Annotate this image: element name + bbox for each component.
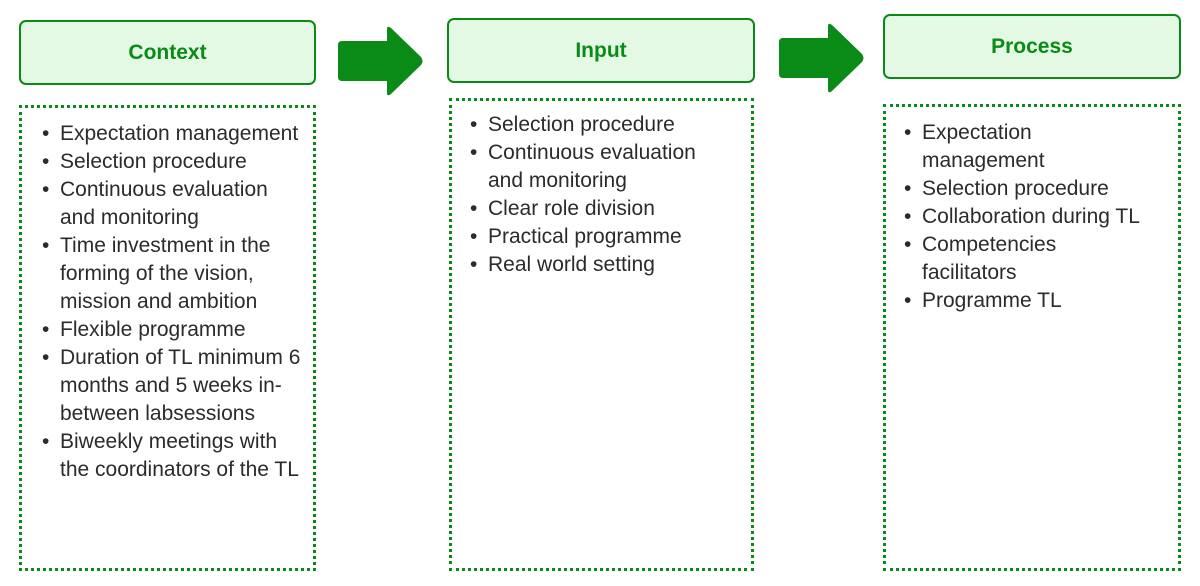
list-item: Practical programme (470, 223, 720, 251)
list-item: Expectation management (42, 120, 304, 148)
context-list: Expectation management Selection procedu… (42, 120, 304, 484)
list-item: Selection procedure (904, 175, 1172, 203)
list-item: Collaboration during TL (904, 203, 1172, 231)
list-item: Duration of TL minimum 6 months and 5 we… (42, 344, 304, 428)
input-list: Selection procedure Continuous evaluatio… (470, 111, 720, 279)
list-item: Continuous evaluation and monitoring (470, 139, 720, 195)
input-title: Input (575, 38, 627, 62)
list-item: Selection procedure (470, 111, 720, 139)
list-item: Continuous evaluation and monitoring (42, 176, 304, 232)
list-item: Flexible programme (42, 316, 304, 344)
list-item: Real world setting (470, 251, 720, 279)
list-item: Time investment in the forming of the vi… (42, 232, 304, 316)
arrow-right-icon (779, 23, 864, 93)
list-item: Clear role division (470, 195, 720, 223)
context-content-box: Expectation management Selection procedu… (19, 105, 316, 571)
list-item: Competencies facilitators (904, 231, 1122, 287)
process-title: Process (991, 34, 1073, 58)
process-content-box: Expectation management Selection procedu… (883, 104, 1181, 571)
list-item: Expectation management (904, 119, 1122, 175)
input-content-box: Selection procedure Continuous evaluatio… (449, 98, 754, 571)
context-title: Context (128, 40, 207, 64)
input-header: Input (447, 18, 755, 83)
list-item: Biweekly meetings with the coordinators … (42, 428, 304, 484)
process-list: Expectation management Selection procedu… (904, 119, 1172, 315)
list-item: Selection procedure (42, 148, 304, 176)
list-item: Programme TL (904, 287, 1172, 315)
context-header: Context (19, 20, 316, 85)
process-header: Process (883, 14, 1181, 79)
arrow-right-icon (338, 26, 423, 96)
